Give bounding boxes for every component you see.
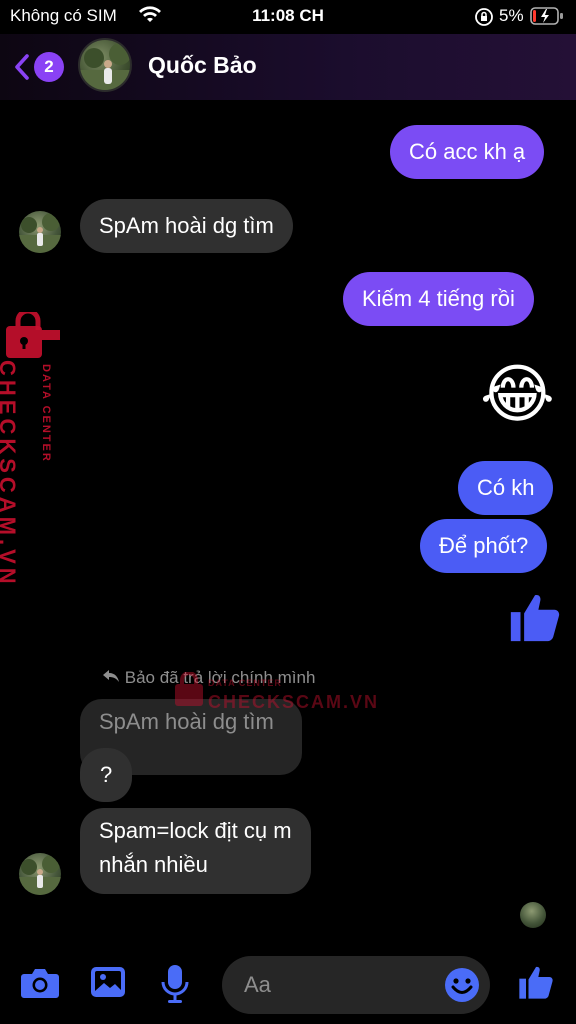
thumbs-up-icon[interactable] xyxy=(516,962,556,1007)
message-text: Để phốt? xyxy=(439,533,529,558)
message-outgoing[interactable]: Có acc kh ạ xyxy=(390,125,545,179)
unread-badge: 2 xyxy=(34,52,64,82)
message-text: Kiếm 4 tiếng rồi xyxy=(362,286,515,311)
message-outgoing[interactable]: Để phốt? xyxy=(420,519,548,573)
message-input[interactable] xyxy=(244,968,444,1002)
message-incoming[interactable]: SpAm hoài dg tìm xyxy=(80,199,293,253)
back-chevron-icon xyxy=(15,54,29,80)
message-text-line: Spam=lock địt cụ m xyxy=(99,818,292,843)
message-composer[interactable] xyxy=(222,956,490,1014)
message-text: ? xyxy=(100,762,113,787)
gallery-icon[interactable] xyxy=(90,964,126,1005)
message-incoming[interactable]: Spam=lock địt cụ m nhắn nhiều xyxy=(80,808,311,894)
reply-icon xyxy=(102,668,125,687)
watermark-brand: CHECKSCAM.VN xyxy=(0,360,20,588)
watermark-brand: CHECKSCAM.VN xyxy=(208,692,380,712)
contact-avatar-small[interactable] xyxy=(19,211,61,253)
message-outgoing[interactable]: Có kh xyxy=(458,461,554,515)
watermark-sub: DATA CENTER xyxy=(40,364,52,463)
contact-avatar[interactable] xyxy=(78,38,132,92)
watermark-sub: DATA CENTER xyxy=(208,678,282,688)
camera-icon[interactable] xyxy=(20,964,60,1005)
status-bar: Không có SIM 11:08 CH 5% xyxy=(0,0,576,34)
battery-charging-icon xyxy=(530,5,564,32)
lock-watermark-icon xyxy=(175,671,203,706)
microphone-icon[interactable] xyxy=(160,964,190,1009)
message-text: SpAm hoài dg tìm xyxy=(99,213,274,238)
thumbs-up-message[interactable] xyxy=(506,588,564,651)
message-emoji[interactable]: 😂 xyxy=(480,358,555,430)
message-incoming[interactable]: ? xyxy=(80,748,133,802)
message-text: Có acc kh ạ xyxy=(409,139,526,164)
emoji-icon[interactable] xyxy=(444,967,480,1008)
watermark-inline: DATA CENTER CHECKSCAM.VN xyxy=(172,671,377,713)
back-button[interactable]: 2 xyxy=(10,50,64,84)
lock-rotation-icon xyxy=(474,7,494,32)
composer-toolbar xyxy=(0,940,576,1024)
contact-avatar-small[interactable] xyxy=(19,853,61,895)
lock-watermark-icon xyxy=(6,308,60,358)
chat-header: 2 Quốc Bảo xyxy=(0,34,576,100)
contact-name[interactable]: Quốc Bảo xyxy=(148,52,257,79)
battery-percent: 5% xyxy=(499,6,524,25)
message-text: Có kh xyxy=(477,475,535,500)
read-receipt-avatar xyxy=(520,902,546,928)
message-outgoing[interactable]: Kiếm 4 tiếng rồi xyxy=(343,272,534,326)
thumbs-up-icon xyxy=(510,595,560,642)
message-text-line: nhắn nhiều xyxy=(99,852,208,877)
